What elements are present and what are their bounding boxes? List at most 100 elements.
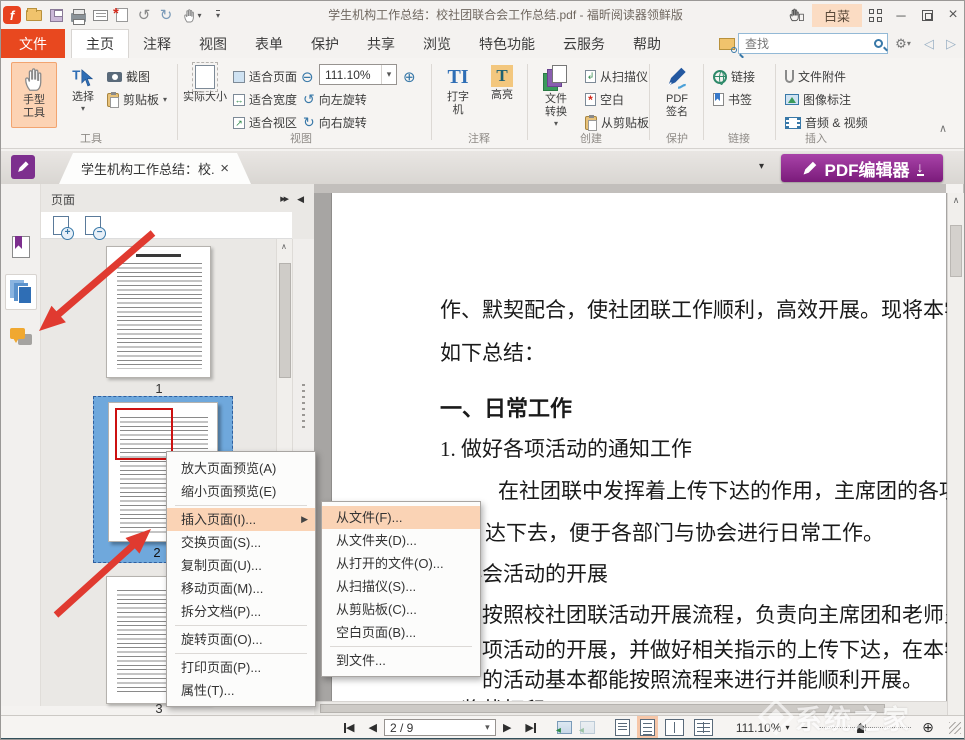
- scroll-up-icon[interactable]: ∧: [281, 242, 287, 251]
- fit-width-button[interactable]: ↔适合宽度: [233, 89, 297, 110]
- menu-tab-share[interactable]: 共享: [353, 29, 409, 58]
- snapshot-button[interactable]: 截图: [107, 66, 150, 87]
- submenu-item-from-clipboard[interactable]: 从剪贴板(C)...: [322, 598, 480, 621]
- user-account-button[interactable]: 白菜: [812, 4, 862, 27]
- print-button[interactable]: [67, 5, 89, 25]
- pages-panel-button[interactable]: [5, 274, 37, 310]
- undo-button[interactable]: ↺: [133, 5, 155, 25]
- collapse-ribbon-button[interactable]: ∧: [939, 118, 947, 139]
- restore-button[interactable]: [914, 6, 940, 24]
- file-convert-button[interactable]: 文件转换 ▾: [533, 62, 579, 128]
- menu-tab-help[interactable]: 帮助: [619, 29, 675, 58]
- zoom-slider[interactable]: [819, 722, 911, 733]
- menu-tab-file[interactable]: 文件: [1, 29, 65, 58]
- zoom-level-combo[interactable]: 111.10% ▾: [319, 64, 397, 85]
- app-logo[interactable]: f: [1, 5, 23, 25]
- continuous-view-button[interactable]: [640, 719, 655, 736]
- close-button[interactable]: ×: [940, 6, 965, 24]
- menu-tab-features[interactable]: 特色功能: [465, 29, 549, 58]
- fit-page-button[interactable]: 适合页面: [233, 66, 297, 87]
- image-annotation-button[interactable]: 图像标注: [785, 89, 851, 110]
- single-page-view-button[interactable]: [615, 719, 630, 736]
- page-thumbnail-1[interactable]: [106, 246, 211, 378]
- document-tab[interactable]: 学生机构工作总结：校... ×: [59, 153, 251, 184]
- menu-item-insert-pages[interactable]: 插入页面(I)... ▶: [167, 508, 315, 531]
- previous-page-button[interactable]: ◀: [368, 721, 376, 734]
- pdf-sign-button[interactable]: PDF签名: [655, 62, 699, 128]
- vertical-scrollbar[interactable]: ∧: [947, 193, 964, 715]
- create-pdf-button[interactable]: [111, 5, 133, 25]
- enlarge-thumbnails-button[interactable]: [53, 216, 69, 235]
- share-button[interactable]: [782, 5, 812, 25]
- hand-tool-quick-button[interactable]: ▾: [177, 5, 207, 25]
- menu-tab-comment[interactable]: 注释: [129, 29, 185, 58]
- highlight-button[interactable]: T 高亮: [483, 62, 521, 128]
- select-tool-button[interactable]: T 选择 ▾: [63, 62, 103, 128]
- menu-tab-form[interactable]: 表单: [241, 29, 297, 58]
- menu-item-properties[interactable]: 属性(T)...: [167, 679, 315, 702]
- zoom-in-button[interactable]: ⊕: [403, 66, 416, 87]
- file-attachment-button[interactable]: 文件附件: [785, 66, 846, 87]
- customize-toolbar-button[interactable]: ▾: [207, 5, 229, 25]
- submenu-item-to-file[interactable]: 到文件...: [322, 649, 480, 672]
- last-page-button[interactable]: ▶: [525, 721, 535, 734]
- tab-list-dropdown[interactable]: ▾: [759, 161, 764, 172]
- blank-page-button[interactable]: *空白: [585, 89, 624, 110]
- next-page-button[interactable]: ▶: [503, 721, 511, 734]
- redo-button[interactable]: ↻: [155, 5, 177, 25]
- submenu-item-from-folder[interactable]: 从文件夹(D)...: [322, 529, 480, 552]
- menu-item-duplicate-pages[interactable]: 复制页面(U)...: [167, 554, 315, 577]
- page-number-combo[interactable]: 2 / 9 ▾: [384, 719, 496, 736]
- from-scanner-button[interactable]: ↲从扫描仪: [585, 66, 648, 87]
- panel-collapse-icon[interactable]: ◀: [297, 194, 304, 205]
- bookmark-button[interactable]: 书签: [713, 89, 752, 110]
- next-view-button[interactable]: [580, 721, 595, 734]
- menu-item-reduce-preview[interactable]: 缩小页面预览(E): [167, 480, 315, 503]
- menu-item-enlarge-preview[interactable]: 放大页面预览(A): [167, 457, 315, 480]
- status-zoom-in-button[interactable]: ⊕: [922, 719, 934, 736]
- clipboard-button[interactable]: 剪贴板 ▾: [107, 89, 167, 110]
- menu-item-rotate-pages[interactable]: 旋转页面(O)...: [167, 628, 315, 651]
- menu-tab-protect[interactable]: 保护: [297, 29, 353, 58]
- bookmarks-panel-button[interactable]: [5, 229, 37, 265]
- layout-switch-button[interactable]: [862, 6, 888, 24]
- menu-tab-home[interactable]: 主页: [71, 29, 129, 58]
- menu-item-split-document[interactable]: 拆分文档(P)...: [167, 600, 315, 623]
- typewriter-button[interactable]: TI 打字机: [438, 62, 478, 128]
- menu-tab-cloud[interactable]: 云服务: [549, 29, 619, 58]
- submenu-item-blank-page[interactable]: 空白页面(B)...: [322, 621, 480, 644]
- panel-expand-icon[interactable]: ▶▶: [280, 195, 287, 203]
- menu-item-swap-pages[interactable]: 交换页面(S)...: [167, 531, 315, 554]
- first-page-button[interactable]: ◀: [344, 721, 354, 734]
- open-button[interactable]: [23, 5, 45, 25]
- submenu-item-from-scanner[interactable]: 从扫描仪(S)...: [322, 575, 480, 598]
- link-button[interactable]: 链接: [713, 66, 755, 87]
- reduce-thumbnails-button[interactable]: [85, 216, 101, 235]
- hand-tool-button[interactable]: 手型工具: [11, 62, 57, 128]
- search-options-button[interactable]: ⚙ ▾: [888, 34, 918, 54]
- submenu-item-from-open-file[interactable]: 从打开的文件(O)...: [322, 552, 480, 575]
- continuous-facing-view-button[interactable]: [694, 719, 713, 736]
- rotate-left-button[interactable]: ↺向左旋转: [303, 89, 367, 110]
- zoom-out-button[interactable]: ⊖: [301, 66, 314, 87]
- search-submit-icon[interactable]: [874, 39, 883, 48]
- status-zoom-dropdown[interactable]: ▾: [785, 723, 789, 732]
- email-button[interactable]: [89, 5, 111, 25]
- search-input[interactable]: [743, 36, 874, 52]
- panel-scrollbar-thumb[interactable]: [279, 263, 291, 378]
- start-page-button[interactable]: [11, 155, 35, 179]
- pdf-editor-button[interactable]: PDF编辑器 ↓: [781, 154, 943, 182]
- find-previous-button[interactable]: ◁: [918, 34, 940, 54]
- find-next-button[interactable]: ▷: [940, 34, 962, 54]
- previous-view-button[interactable]: [557, 721, 572, 734]
- facing-view-button[interactable]: [665, 719, 684, 736]
- zoom-slider-thumb[interactable]: [857, 723, 864, 733]
- menu-item-print-pages[interactable]: 打印页面(P)...: [167, 656, 315, 679]
- comments-panel-button[interactable]: [5, 320, 37, 356]
- full-text-search-button[interactable]: [716, 34, 738, 54]
- resize-grip[interactable]: [949, 722, 961, 734]
- status-zoom-out-button[interactable]: −: [800, 720, 808, 735]
- menu-tab-browse[interactable]: 浏览: [409, 29, 465, 58]
- save-button[interactable]: [45, 5, 67, 25]
- menu-tab-view[interactable]: 视图: [185, 29, 241, 58]
